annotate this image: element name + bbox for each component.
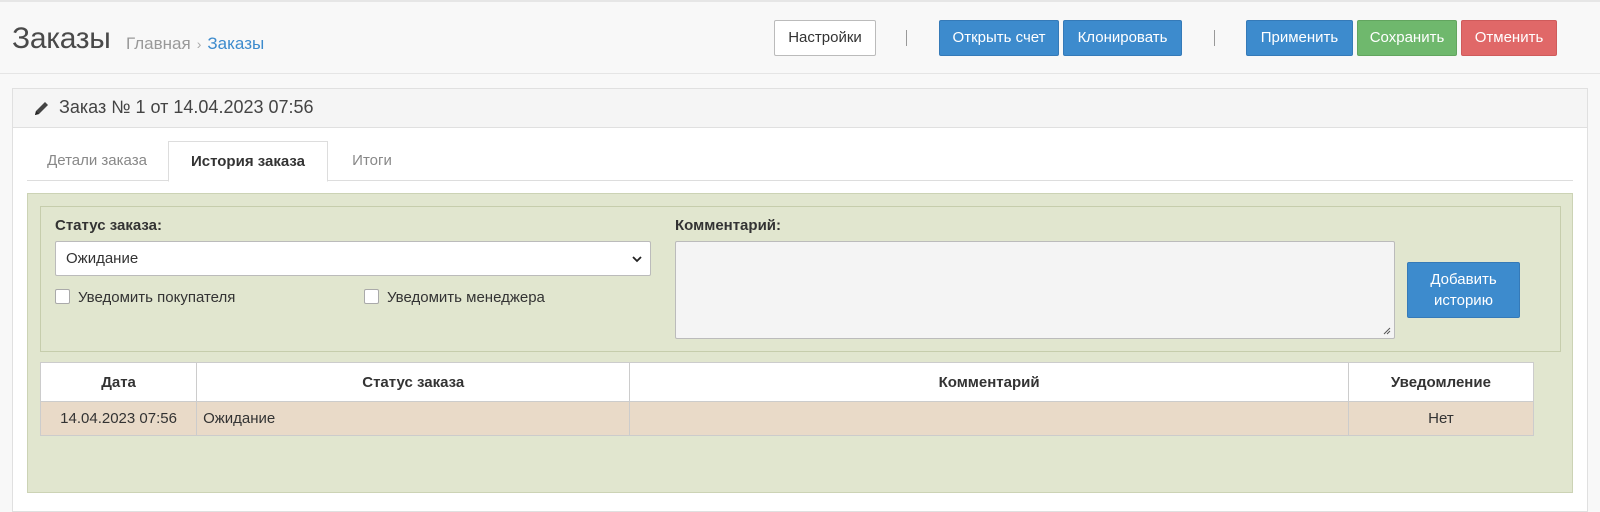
history-panel: Статус заказа: Ожидание Уведомить покупа… bbox=[27, 193, 1573, 493]
table-row: 14.04.2023 07:56 Ожидание Нет bbox=[39, 401, 1535, 436]
column-header-notify: Уведомление bbox=[1347, 362, 1535, 402]
page-header: Заказы Главная › Заказы Настройки Открыть … bbox=[0, 2, 1600, 74]
order-panel: Заказ № 1 от 14.04.2023 07:56 Детали зак… bbox=[12, 88, 1588, 512]
column-header-status: Статус заказа bbox=[196, 362, 631, 402]
cell-status: Ожидание bbox=[196, 401, 631, 436]
notify-manager-checkbox[interactable]: Уведомить менеджера bbox=[364, 289, 545, 306]
cell-notify: Нет bbox=[1347, 401, 1535, 436]
checkbox-icon[interactable] bbox=[364, 289, 379, 304]
open-invoice-button[interactable]: Открыть счет bbox=[939, 20, 1059, 56]
comment-label: Комментарий: bbox=[675, 217, 782, 234]
panel-heading: Заказ № 1 от 14.04.2023 07:56 bbox=[13, 89, 1587, 128]
table-header-row: Дата Статус заказа Комментарий Уведомлен… bbox=[39, 362, 1535, 402]
apply-button[interactable]: Применить bbox=[1246, 20, 1353, 56]
breadcrumb-home[interactable]: Главная bbox=[126, 34, 191, 53]
tab-totals[interactable]: Итоги bbox=[332, 141, 412, 181]
notify-customer-label: Уведомить покупателя bbox=[78, 289, 236, 306]
cell-date: 14.04.2023 07:56 bbox=[39, 401, 198, 436]
toolbar-divider bbox=[906, 30, 907, 46]
tab-order-details[interactable]: Детали заказа bbox=[27, 141, 167, 181]
column-header-comment: Комментарий bbox=[629, 362, 1349, 402]
resize-grip-icon[interactable] bbox=[1381, 325, 1391, 335]
notify-manager-label: Уведомить менеджера bbox=[387, 289, 545, 306]
notify-customer-checkbox[interactable]: Уведомить покупателя bbox=[55, 289, 235, 306]
cell-comment bbox=[629, 401, 1349, 436]
column-header-date: Дата bbox=[39, 362, 198, 402]
breadcrumb-separator: › bbox=[196, 36, 202, 52]
breadcrumb: Главная › Заказы bbox=[126, 34, 264, 54]
clone-button[interactable]: Клонировать bbox=[1063, 20, 1182, 56]
history-table: Дата Статус заказа Комментарий Уведомлен… bbox=[39, 362, 1535, 436]
tab-bar: Детали заказа История заказа Итоги bbox=[27, 141, 1573, 182]
chevron-down-icon bbox=[632, 256, 642, 263]
comment-textarea[interactable] bbox=[675, 241, 1395, 339]
add-history-button[interactable]: Добавить историю bbox=[1407, 262, 1520, 318]
history-form: Статус заказа: Ожидание Уведомить покупа… bbox=[40, 206, 1561, 352]
tab-order-history[interactable]: История заказа bbox=[168, 141, 328, 182]
settings-button[interactable]: Настройки bbox=[774, 20, 876, 56]
panel-title: Заказ № 1 от 14.04.2023 07:56 bbox=[59, 97, 314, 117]
breadcrumb-current[interactable]: Заказы bbox=[207, 34, 264, 53]
save-button[interactable]: Сохранить bbox=[1357, 20, 1457, 56]
status-label: Статус заказа: bbox=[55, 217, 162, 234]
page-title: Заказы bbox=[12, 22, 111, 55]
toolbar-divider bbox=[1214, 30, 1215, 46]
status-select-value: Ожидание bbox=[66, 250, 139, 267]
pencil-icon bbox=[35, 102, 48, 115]
checkbox-icon[interactable] bbox=[55, 289, 70, 304]
status-select[interactable]: Ожидание bbox=[55, 241, 651, 276]
cancel-button[interactable]: Отменить bbox=[1461, 20, 1557, 56]
